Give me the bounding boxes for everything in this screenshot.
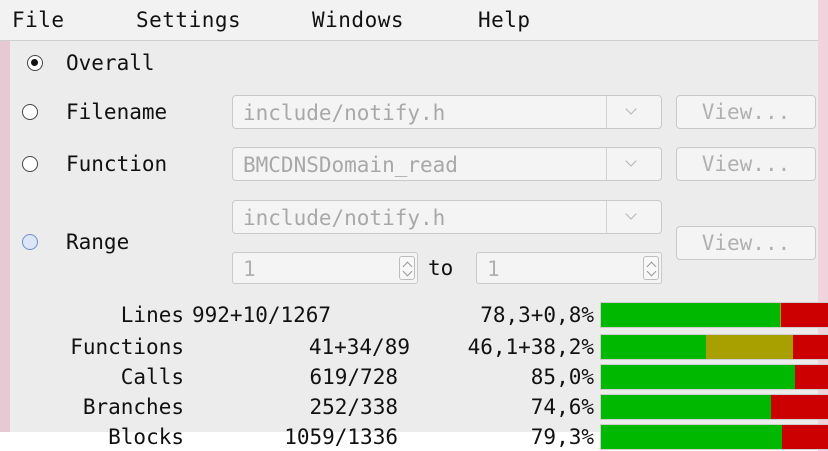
function-combo[interactable]: BMCDNSDomain_read xyxy=(232,147,662,181)
menu-bar: File Settings Windows Help xyxy=(0,0,818,41)
stat-percent: 74,6% xyxy=(530,395,594,419)
stat-name: Calls xyxy=(120,365,184,389)
chevron-down-icon[interactable] xyxy=(606,96,661,128)
covered-segment xyxy=(601,303,780,327)
stat-percent: 85,0% xyxy=(530,365,594,389)
partial-segment xyxy=(706,335,794,359)
uncovered-segment xyxy=(781,303,828,327)
stat-name: Blocks xyxy=(108,425,184,449)
menu-help[interactable]: Help xyxy=(478,7,531,33)
chevron-down-icon[interactable] xyxy=(606,148,661,180)
stat-percent: 78,3+0,8% xyxy=(480,303,594,327)
range-to-value: 1 xyxy=(487,257,500,281)
range-label: Range xyxy=(66,230,130,254)
range-from-spinbox[interactable]: 1 xyxy=(232,252,418,284)
filename-radio[interactable] xyxy=(22,104,38,120)
function-radio[interactable] xyxy=(22,156,38,172)
uncovered-segment xyxy=(794,365,828,389)
uncovered-segment xyxy=(793,335,828,359)
stat-count: 992+10/1267 xyxy=(192,303,332,327)
menu-settings[interactable]: Settings xyxy=(136,7,241,33)
stat-count: 1059/1336 xyxy=(284,425,398,449)
range-to-spinbox[interactable]: 1 xyxy=(476,252,662,284)
coverage-bar xyxy=(600,394,828,420)
overall-radio[interactable] xyxy=(27,55,43,71)
covered-segment xyxy=(601,425,782,449)
coverage-bar xyxy=(600,334,828,360)
range-to-label: to xyxy=(428,256,454,280)
stat-count: 619/728 xyxy=(309,365,398,389)
filename-view-button[interactable]: View... xyxy=(676,95,816,129)
stat-name: Branches xyxy=(82,395,184,419)
range-file-combo[interactable]: include/notify.h xyxy=(232,200,662,234)
filename-combo[interactable]: include/notify.h xyxy=(232,95,662,129)
stat-name: Functions xyxy=(70,335,184,359)
covered-segment xyxy=(601,365,795,389)
filename-combo-value: include/notify.h xyxy=(243,101,446,125)
overall-label: Overall xyxy=(66,51,155,75)
coverage-bar xyxy=(600,302,828,328)
uncovered-segment xyxy=(781,425,828,449)
spin-arrows-icon[interactable] xyxy=(643,256,659,280)
stat-name: Lines xyxy=(120,303,184,327)
range-radio[interactable] xyxy=(22,234,38,250)
range-from-value: 1 xyxy=(243,257,256,281)
stat-percent: 79,3% xyxy=(530,425,594,449)
chevron-down-icon[interactable] xyxy=(606,201,661,233)
function-combo-value: BMCDNSDomain_read xyxy=(243,153,458,177)
coverage-bar xyxy=(600,364,828,390)
menu-windows[interactable]: Windows xyxy=(312,7,404,33)
stat-count: 41+34/89 xyxy=(308,335,410,359)
coverage-bar xyxy=(600,424,828,450)
function-view-button[interactable]: View... xyxy=(676,147,816,181)
range-file-value: include/notify.h xyxy=(243,206,446,230)
spin-arrows-icon[interactable] xyxy=(399,256,415,280)
uncovered-segment xyxy=(771,395,828,419)
covered-segment xyxy=(601,395,772,419)
menu-file[interactable]: File xyxy=(12,7,65,33)
covered-segment xyxy=(601,335,707,359)
function-label: Function xyxy=(66,152,168,176)
stat-count: 252/338 xyxy=(309,395,398,419)
background-edge xyxy=(0,40,10,451)
range-view-button[interactable]: View... xyxy=(676,226,816,260)
stat-percent: 46,1+38,2% xyxy=(467,335,594,359)
filename-label: Filename xyxy=(66,100,168,124)
